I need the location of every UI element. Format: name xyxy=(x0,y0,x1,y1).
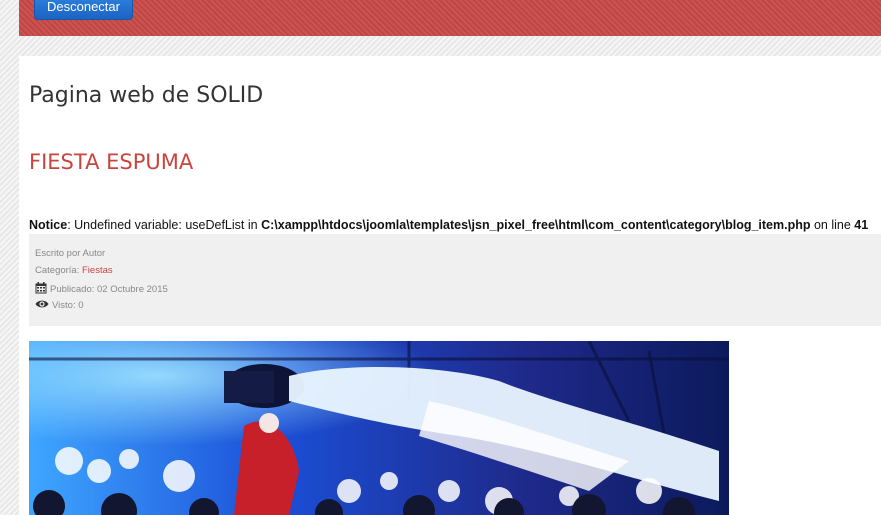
notice-label: Notice xyxy=(29,218,68,232)
article-category: Categoría: Fiestas xyxy=(35,265,113,276)
category-link[interactable]: Fiestas xyxy=(82,265,113,276)
php-notice: Notice: Undefined variable: useDefList i… xyxy=(29,218,868,232)
notice-line-number: 41 xyxy=(854,218,869,232)
calendar-icon xyxy=(35,282,47,297)
article-author: Escrito por Autor xyxy=(35,248,106,259)
main-content: Pagina web de SOLID FIESTA ESPUMA Notice… xyxy=(19,56,881,515)
article-image xyxy=(29,341,729,515)
article-title-link[interactable]: FIESTA ESPUMA xyxy=(29,150,193,174)
top-header-bar xyxy=(19,0,881,36)
article-published: Publicado: 02 Octubre 2015 xyxy=(35,282,168,297)
published-date: Publicado: 02 Octubre 2015 xyxy=(50,284,168,296)
logout-button[interactable]: Desconectar xyxy=(34,0,133,20)
page-title: Pagina web de SOLID xyxy=(29,83,264,108)
eye-icon xyxy=(35,299,49,312)
article-hits: Visto: 0 xyxy=(35,299,84,312)
notice-path: C:\xampp\htdocs\joomla\templates\jsn_pix… xyxy=(261,218,811,232)
category-label: Categoría: xyxy=(35,265,82,276)
foam-party-image xyxy=(29,341,729,515)
article-info: Escrito por Autor Categoría: Fiestas Pub… xyxy=(29,234,881,326)
notice-line-text: on line xyxy=(810,218,855,232)
notice-message: : Undefined variable: useDefList in xyxy=(67,218,262,232)
hits-count: Visto: 0 xyxy=(52,300,84,312)
